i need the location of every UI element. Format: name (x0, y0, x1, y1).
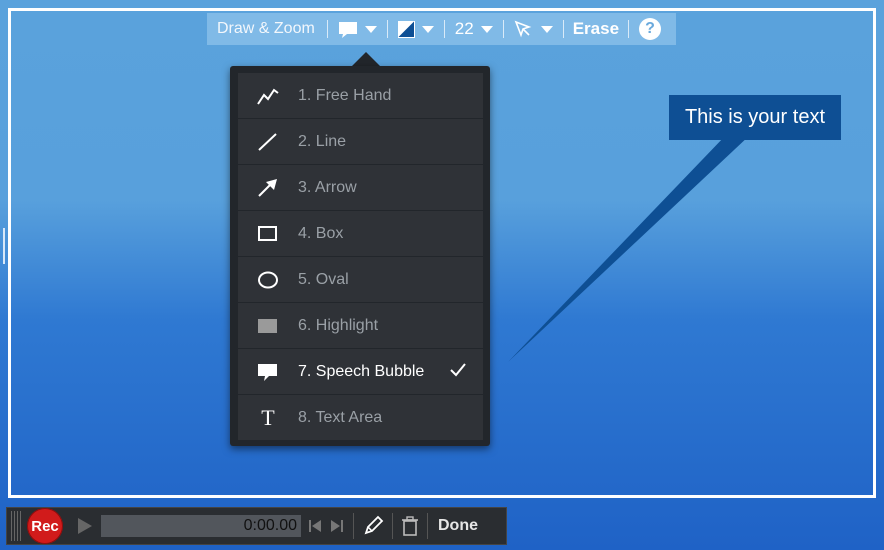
draw-toolbar: Draw & Zoom 22 Erase ? (207, 13, 676, 45)
cursor-icon (514, 20, 532, 38)
box-icon (258, 225, 277, 241)
speech-bubble-icon (338, 22, 357, 38)
skip-end-icon[interactable] (329, 518, 345, 534)
checkmark-icon (450, 363, 466, 377)
freehand-icon (257, 88, 279, 105)
text-area-icon: T (261, 404, 275, 430)
chevron-down-icon (480, 25, 493, 33)
highlight-icon (258, 318, 277, 333)
menu-item-label: 7. Speech Bubble (298, 362, 425, 380)
line-icon (258, 132, 277, 151)
shape-dropdown-menu: 1. Free Hand 2. Line 3. Arrow 4. Box 5. … (230, 66, 490, 446)
speech-bubble-icon (258, 363, 277, 381)
shape-tool-button[interactable] (328, 13, 387, 45)
menu-item-speech-bubble[interactable]: 7. Speech Bubble (238, 349, 483, 394)
arrow-icon (258, 178, 277, 197)
menu-item-label: 4. Box (298, 224, 344, 242)
menu-item-arrow[interactable]: 3. Arrow (238, 165, 483, 210)
chevron-down-icon (540, 25, 553, 33)
pointer-tool-button[interactable] (504, 13, 563, 45)
color-swatch-icon (397, 20, 415, 38)
menu-item-oval[interactable]: 5. Oval (238, 257, 483, 302)
menu-item-label: 2. Line (298, 132, 347, 150)
menu-item-line[interactable]: 2. Line (238, 119, 483, 164)
help-icon: ? (639, 18, 662, 40)
menu-item-text-area[interactable]: T 8. Text Area (238, 395, 483, 440)
oval-icon (258, 271, 278, 288)
recorder-bar: Rec 0:00.00 Done (6, 507, 507, 545)
trash-icon[interactable] (401, 516, 419, 536)
drag-grip-icon[interactable] (11, 511, 23, 541)
menu-item-free-hand[interactable]: 1. Free Hand (238, 73, 483, 118)
skip-start-icon[interactable] (307, 518, 323, 534)
done-button[interactable]: Done (436, 517, 488, 535)
play-icon[interactable] (77, 517, 93, 535)
divider (427, 513, 428, 539)
menu-item-box[interactable]: 4. Box (238, 211, 483, 256)
toolbar-title: Draw & Zoom (217, 20, 315, 37)
color-tool-button[interactable] (388, 13, 444, 45)
menu-item-label: 5. Oval (298, 270, 349, 288)
menu-item-label: 1. Free Hand (298, 86, 392, 104)
menu-item-label: 3. Arrow (298, 178, 357, 196)
time-display: 0:00.00 (243, 517, 297, 534)
chevron-down-icon (364, 25, 377, 33)
callout-text: This is your text (684, 106, 826, 128)
menu-item-label: 6. Highlight (298, 316, 379, 334)
timeline[interactable]: 0:00.00 (101, 515, 301, 537)
dropdown-pointer (352, 52, 380, 66)
callout-text-box[interactable]: This is your text (669, 95, 841, 140)
size-value: 22 (454, 19, 474, 38)
divider (392, 513, 393, 539)
size-tool-button[interactable]: 22 (445, 13, 503, 45)
menu-item-label: 8. Text Area (298, 408, 383, 426)
chevron-down-icon (421, 25, 434, 33)
menu-item-highlight[interactable]: 6. Highlight (238, 303, 483, 348)
pencil-icon[interactable] (362, 515, 384, 537)
help-button[interactable]: ? (629, 13, 671, 45)
rec-button[interactable]: Rec (27, 508, 63, 544)
divider (353, 513, 354, 539)
erase-button[interactable]: Erase (564, 13, 628, 45)
